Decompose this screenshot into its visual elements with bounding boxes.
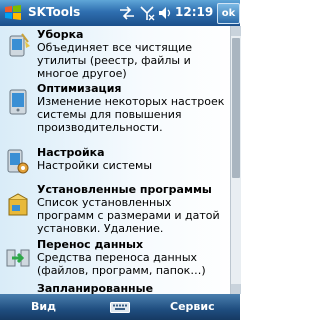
item-title: Настройка: [37, 146, 105, 159]
item-description: Настройки системы: [37, 159, 153, 172]
list-item-scheduled[interactable]: Запланированные: [0, 280, 230, 294]
pda-icon: [9, 89, 27, 115]
list-item-optimization[interactable]: Оптимизация Изменение некоторых настроек…: [0, 80, 230, 142]
keyboard-icon[interactable]: [110, 302, 130, 313]
tools-menu-button[interactable]: Сервис: [170, 300, 215, 313]
item-description: Средства переноса данных (файлов, програ…: [37, 251, 206, 277]
item-title: Оптимизация: [37, 82, 122, 95]
item-description: Объединяет все чистящие утилиты (реестр,…: [37, 41, 193, 80]
windows-start-icon[interactable]: [3, 3, 23, 23]
list-item-data-transfer[interactable]: Перенос данных Средства переноса данных …: [0, 236, 230, 277]
list-item-installed-programs[interactable]: Установленные программы Список установле…: [0, 183, 230, 243]
scroll-thumb[interactable]: [232, 38, 240, 178]
soft-key-bar: Вид Сервис: [0, 294, 240, 320]
item-title: Запланированные: [37, 282, 154, 294]
transfer-arrow-icon: [6, 249, 30, 267]
broom-pda-icon: [9, 33, 30, 57]
scroll-down-arrow-icon[interactable]: [231, 284, 241, 294]
signal-off-icon[interactable]: [138, 4, 156, 22]
item-title: Перенос данных: [37, 238, 144, 251]
view-menu-button[interactable]: Вид: [31, 300, 56, 313]
installer-box-icon: [8, 193, 28, 216]
item-description: Список установленных программ с размерам…: [37, 196, 220, 235]
app-title: SKTools: [28, 5, 81, 19]
volume-icon[interactable]: [157, 4, 173, 22]
title-bar: SKTools 12:19 ok: [0, 0, 240, 26]
clock[interactable]: 12:19: [175, 5, 213, 19]
item-title: Уборка: [37, 28, 84, 41]
scroll-up-arrow-icon[interactable]: [231, 26, 241, 36]
tool-list: Уборка Объединяет все чистящие утилиты (…: [0, 26, 240, 294]
pda-gear-icon: [7, 149, 29, 174]
list-item-cleanup[interactable]: Уборка Объединяет все чистящие утилиты (…: [0, 26, 230, 80]
vertical-scrollbar[interactable]: [230, 26, 241, 294]
item-description: Изменение некоторых настроек системы для…: [37, 95, 225, 134]
ok-button[interactable]: ok: [217, 3, 240, 24]
list-item-settings[interactable]: Настройка Настройки системы: [0, 144, 230, 180]
sync-arrows-icon[interactable]: [118, 4, 136, 22]
item-title: Установленные программы: [37, 183, 212, 196]
